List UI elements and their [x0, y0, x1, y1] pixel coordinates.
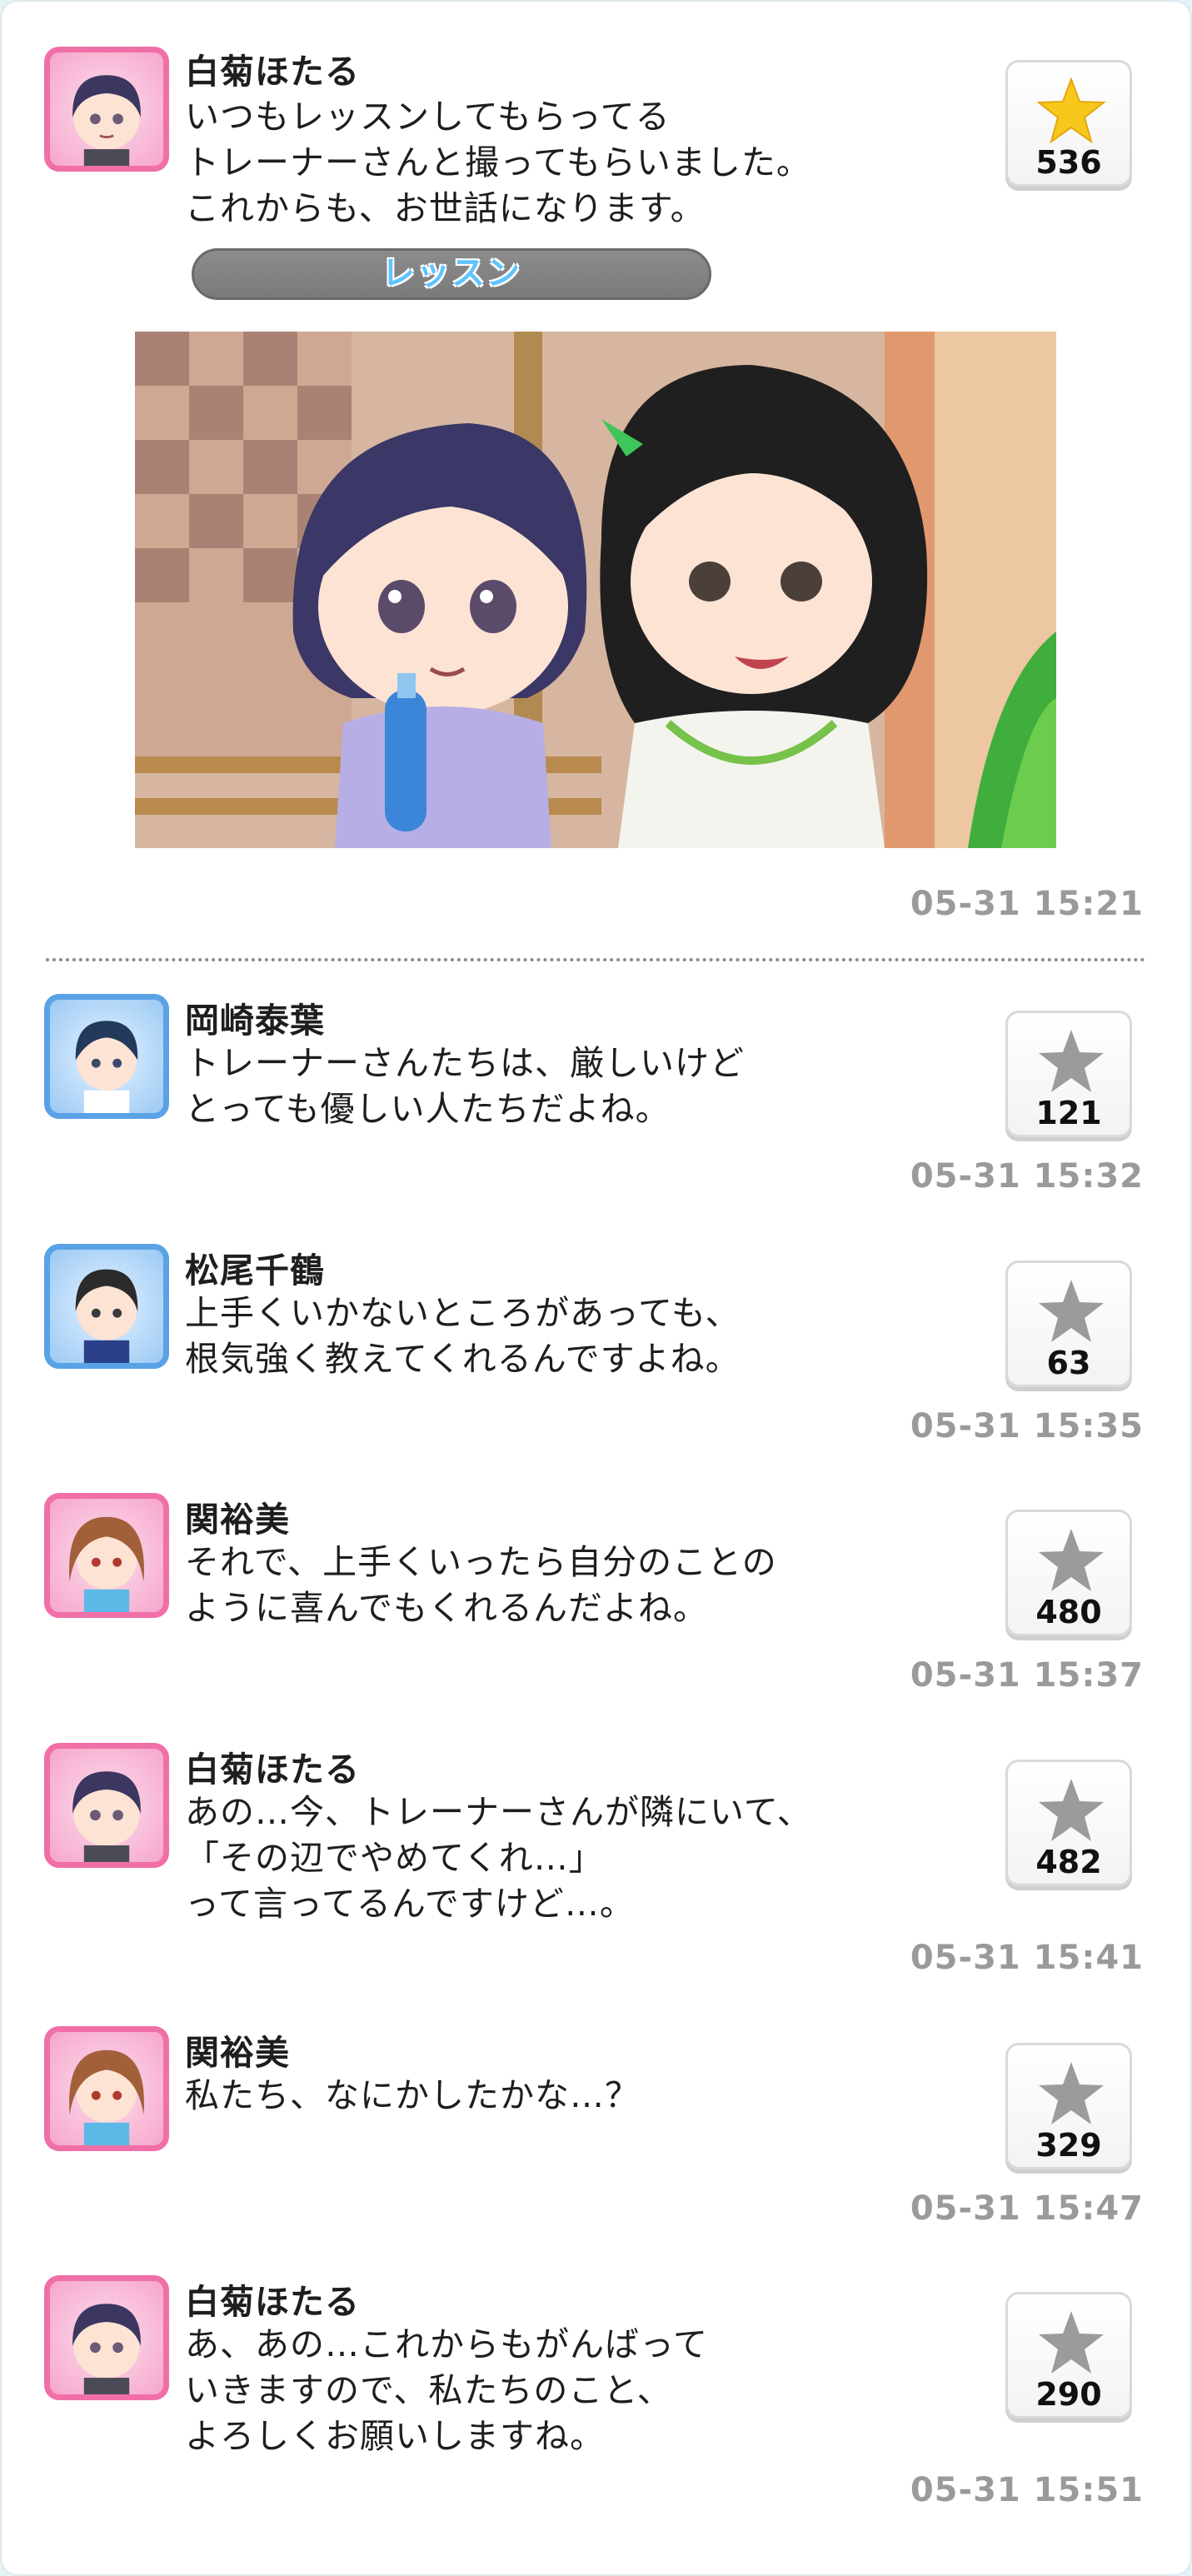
reply-timestamp: 05-31 15:35	[910, 1407, 1144, 1445]
reply-message: 私たち、なにかしたかな…？	[185, 2075, 640, 2115]
like-count: 329	[1035, 2127, 1102, 2164]
reply-author: 松尾千鶴	[185, 1251, 325, 1290]
reply-message: あ、あの…これからもがんばって いきますので、私たちのこと、 よろしくお願いしま…	[185, 2324, 708, 2456]
like-button[interactable]: 63	[1005, 1261, 1132, 1387]
like-button[interactable]: 121	[1005, 1011, 1132, 1137]
star-outline-icon	[1039, 1030, 1104, 1092]
avatar-hiromi[interactable]	[44, 1493, 169, 1618]
thread-divider	[46, 958, 1145, 961]
reply-message: それで、上手くいったら自分のことの ように喜んでもくれるんだよね。	[185, 1542, 777, 1628]
avatar-hotaru[interactable]	[44, 47, 169, 172]
like-count: 480	[1035, 1594, 1102, 1630]
lesson-tag[interactable]: レッスン	[192, 248, 711, 300]
post-message: いつもレッスンしてもらってる トレーナーさんと撮ってもらいました。 これからも、…	[185, 97, 811, 228]
reply-message: あの…今、トレーナーさんが隣にいて、 「その辺でやめてくれ…」 って言ってるんで…	[185, 1792, 812, 1924]
star-outline-icon	[1039, 2311, 1104, 2374]
reply-author: 岡崎泰葉	[185, 1001, 325, 1041]
like-count: 482	[1035, 1844, 1102, 1880]
reply-timestamp: 05-31 15:51	[910, 2471, 1144, 2509]
reply-message: 上手くいかないところがあっても、 根気強く教えてくれるんですよね。	[185, 1293, 741, 1379]
like-button[interactable]: 290	[1005, 2292, 1132, 2419]
reply-author: 関裕美	[185, 2033, 290, 2073]
avatar-chizuru[interactable]	[44, 1244, 169, 1369]
like-button[interactable]: 329	[1005, 2043, 1132, 2169]
reply-author: 白菊ほたる	[185, 1750, 360, 1790]
reply-timestamp: 05-31 15:37	[910, 1656, 1144, 1695]
comment-feed-panel: 白菊ほたる いつもレッスンしてもらってる トレーナーさんと撮ってもらいました。 …	[0, 0, 1192, 2576]
reply-author: 白菊ほたる	[185, 2282, 360, 2322]
star-outline-icon	[1039, 1280, 1104, 1342]
star-outline-icon	[1039, 1779, 1104, 1841]
lesson-tag-label: レッスン	[382, 254, 521, 292]
reply-message: トレーナーさんたちは、厳しいけど とっても優しい人たちだよね。	[185, 1043, 745, 1129]
reply-timestamp: 05-31 15:41	[910, 1939, 1144, 1977]
avatar-hiromi[interactable]	[44, 2026, 169, 2151]
like-count: 290	[1035, 2376, 1102, 2413]
like-count: 63	[1046, 1345, 1091, 1381]
like-button[interactable]: 480	[1005, 1510, 1132, 1636]
avatar-hotaru[interactable]	[44, 1743, 169, 1868]
like-button[interactable]: 482	[1005, 1760, 1132, 1886]
post-photo[interactable]	[135, 332, 1056, 848]
star-outline-icon	[1039, 2062, 1104, 2124]
like-button[interactable]: 536	[1005, 60, 1132, 187]
post-timestamp: 05-31 15:21	[910, 885, 1144, 923]
avatar-yasuha[interactable]	[44, 994, 169, 1119]
avatar-hotaru[interactable]	[44, 2275, 169, 2400]
post-author: 白菊ほたる	[185, 52, 360, 92]
reply-timestamp: 05-31 15:32	[910, 1157, 1144, 1196]
like-count: 536	[1035, 144, 1102, 181]
star-outline-icon	[1039, 1529, 1104, 1591]
reply-author: 関裕美	[185, 1500, 290, 1540]
star-filled-icon	[1036, 77, 1106, 144]
reply-timestamp: 05-31 15:47	[910, 2189, 1144, 2228]
like-count: 121	[1035, 1095, 1102, 1131]
